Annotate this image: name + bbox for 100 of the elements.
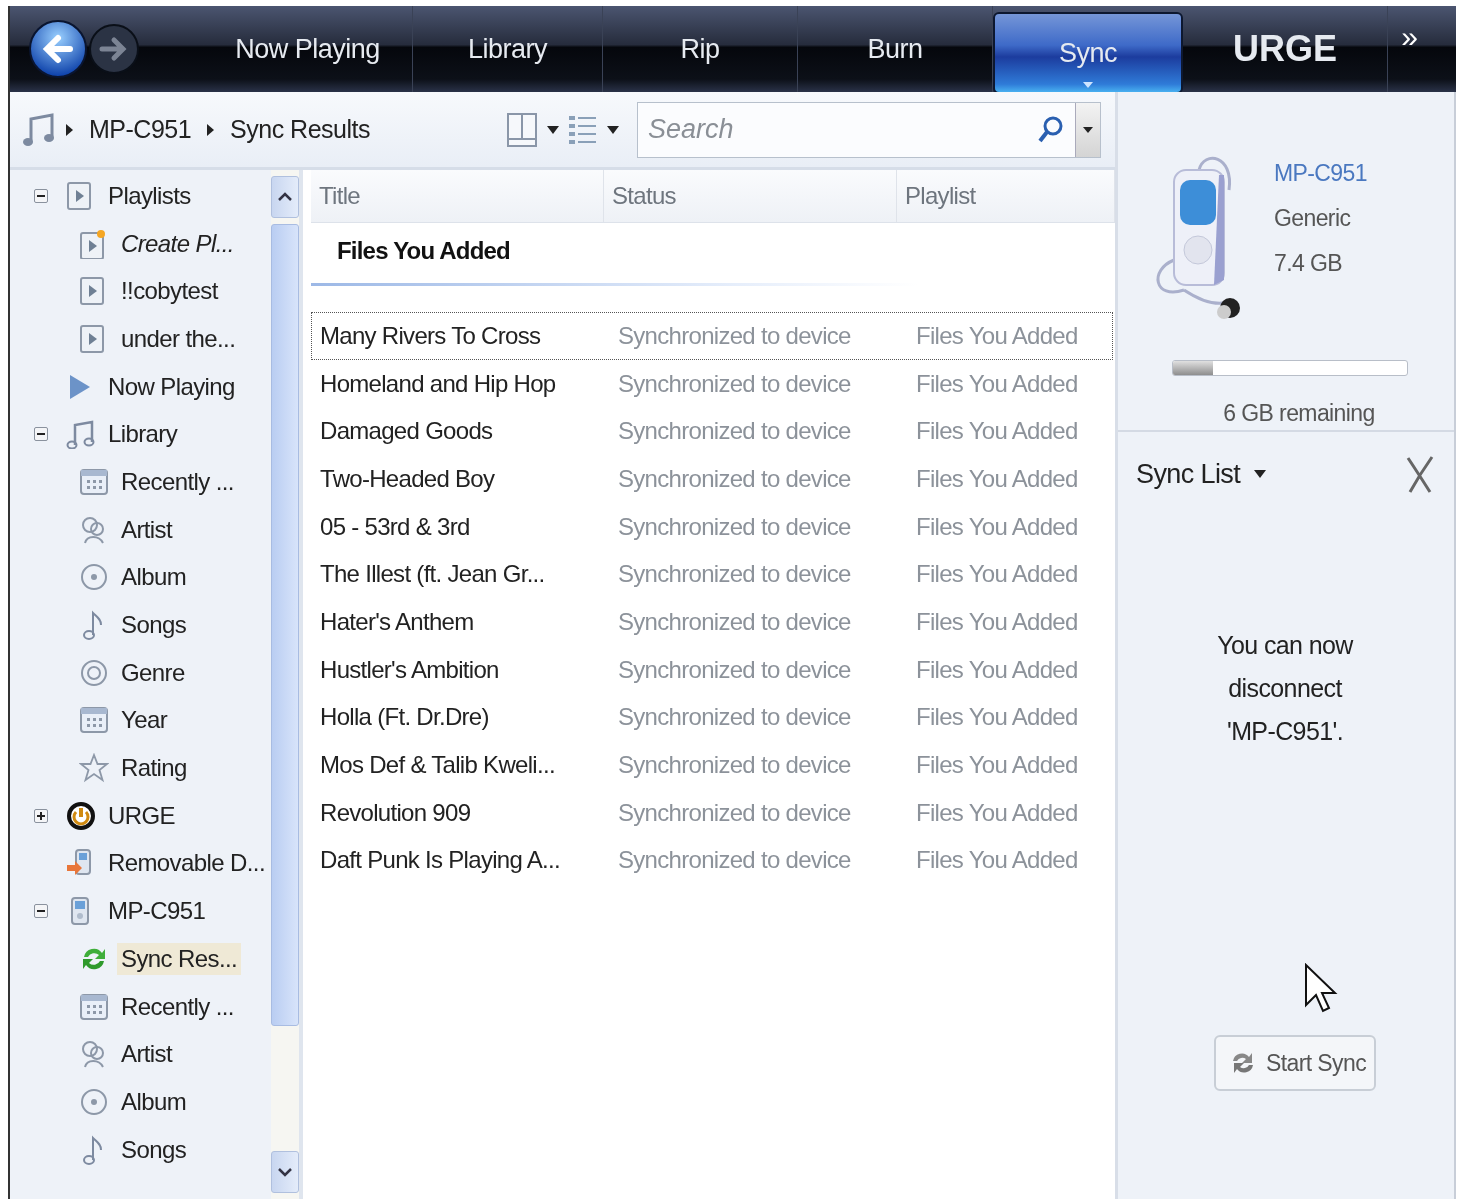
group-header: Files You Added — [311, 223, 917, 286]
collapse-toggle[interactable] — [34, 904, 48, 919]
remaining-space: 6 GB remaining — [1222, 400, 1376, 427]
sidebar-item[interactable]: Songs — [117, 1133, 191, 1166]
sidebar-item[interactable]: Rating — [117, 752, 191, 785]
track-playlist: Files You Added — [915, 369, 1079, 398]
search-field[interactable]: Search — [638, 113, 1037, 146]
scroll-down-icon[interactable] — [278, 1166, 292, 1178]
sidebar-item[interactable]: Create Pl... — [117, 227, 238, 260]
device-maker: Generic — [1274, 205, 1352, 232]
track-title: Homeland and Hip Hop — [320, 369, 557, 398]
track-playlist: Files You Added — [915, 798, 1079, 827]
star-icon — [79, 753, 109, 784]
column-header[interactable]: Status — [604, 170, 897, 222]
track-status: Synchronized to device — [617, 703, 852, 732]
sidebar-item[interactable]: Songs — [117, 609, 191, 642]
breadcrumb-arrow-icon[interactable] — [66, 123, 73, 136]
device-capacity: 7.4 GB — [1274, 250, 1343, 277]
scroll-up-icon[interactable] — [278, 191, 292, 203]
layout-icon[interactable] — [507, 112, 537, 147]
track-title: Hater's Anthem — [320, 607, 475, 636]
breadcrumb-arrow-icon[interactable] — [207, 123, 215, 136]
forward-button[interactable] — [88, 23, 140, 75]
sidebar-item[interactable]: Recently ... — [117, 990, 238, 1023]
track-row[interactable]: The Illest (ft. Jean Gr... Synchronized to device Files You Added — [311, 550, 1113, 599]
search-options-button[interactable] — [1075, 102, 1100, 157]
sidebar-item[interactable]: Album — [117, 561, 191, 594]
track-title: Revolution 909 — [320, 798, 472, 827]
sync-list-title[interactable]: Sync List — [1136, 458, 1241, 490]
track-row[interactable]: Daft Punk Is Playing A... Synchronized to device Files You Added — [311, 836, 1113, 885]
track-playlist: Files You Added — [915, 607, 1079, 636]
track-status: Synchronized to device — [617, 798, 852, 827]
track-playlist: Files You Added — [915, 703, 1079, 732]
dropdown-caret-icon[interactable] — [1254, 470, 1267, 478]
expand-toggle[interactable] — [34, 808, 48, 823]
track-title: Two-Headed Boy — [320, 464, 496, 493]
track-row[interactable]: Hustler's Ambition Synchronized to device Files You Added — [311, 645, 1113, 694]
track-row[interactable]: Damaged Goods Synchronized to device Files You Added — [311, 407, 1113, 456]
scrollbar[interactable] — [271, 170, 299, 1199]
sidebar-item[interactable]: MP-C951 — [104, 895, 210, 928]
sidebar-item[interactable]: Now Playing — [104, 370, 239, 403]
track-playlist: Files You Added — [915, 321, 1079, 350]
track-row[interactable]: Many Rivers To Cross Synchronized to device Files You Added — [311, 312, 1113, 360]
nav-tab[interactable]: Sync — [993, 12, 1183, 92]
track-status: Synchronized to device — [617, 751, 852, 780]
track-playlist: Files You Added — [915, 464, 1079, 493]
more-tabs-button[interactable]: » — [1388, 6, 1428, 92]
calendar-icon — [79, 705, 109, 736]
dropdown-caret-icon[interactable] — [607, 125, 619, 134]
sidebar-item[interactable]: Removable D... — [104, 847, 269, 880]
music-note-icon — [66, 419, 96, 450]
track-playlist: Files You Added — [915, 560, 1079, 589]
sidebar-item[interactable]: Library — [104, 418, 182, 451]
sidebar-item[interactable]: Playlists — [104, 179, 195, 212]
track-status: Synchronized to device — [617, 321, 852, 350]
sidebar-item[interactable]: Artist — [117, 1038, 177, 1071]
track-playlist: Files You Added — [915, 655, 1079, 684]
dropdown-caret-icon[interactable] — [547, 125, 559, 134]
track-title: Daft Punk Is Playing A... — [320, 846, 561, 875]
track-row[interactable]: Revolution 909 Synchronized to device Files You Added — [311, 788, 1113, 837]
track-status: Synchronized to device — [617, 512, 852, 541]
sidebar-item[interactable]: URGE — [104, 799, 179, 832]
sidebar-item[interactable]: Year — [117, 704, 172, 737]
collapse-toggle[interactable] — [34, 427, 48, 442]
mouse-cursor-icon — [1304, 963, 1338, 1013]
track-row[interactable]: Mos Def & Talib Kweli... Synchronized to device Files You Added — [311, 741, 1113, 789]
track-row[interactable]: Homeland and Hip Hop Synchronized to device Files You Added — [311, 359, 1113, 408]
track-row[interactable]: 05 - 53rd & 3rd Synchronized to device Files You Added — [311, 502, 1113, 551]
track-status: Synchronized to device — [617, 417, 852, 446]
search-box[interactable]: Search — [637, 101, 1101, 158]
sidebar-item[interactable]: !!cobytest — [117, 275, 222, 308]
sidebar-item[interactable]: under the... — [117, 322, 240, 355]
sidebar-item[interactable]: Recently ... — [117, 465, 238, 498]
breadcrumb-item[interactable]: Sync Results — [224, 115, 376, 144]
track-row[interactable]: Holla (Ft. Dr.Dre) Synchronized to device Files You Added — [311, 693, 1113, 742]
track-status: Synchronized to device — [617, 464, 852, 493]
start-sync-button[interactable]: Start Sync — [1213, 1035, 1377, 1091]
track-playlist: Files You Added — [915, 751, 1079, 780]
track-status: Synchronized to device — [617, 607, 852, 636]
disc-icon — [79, 562, 109, 593]
sidebar-item[interactable]: Sync Res... — [117, 942, 242, 975]
status-message: You can now disconnect 'MP-C951'. — [1216, 630, 1355, 747]
search-icon[interactable] — [1037, 114, 1065, 145]
track-row[interactable]: Hater's Anthem Synchronized to device Files You Added — [311, 598, 1113, 646]
sidebar-item[interactable]: Genre — [117, 656, 189, 689]
sidebar-item[interactable]: Album — [117, 1085, 191, 1118]
track-status: Synchronized to device — [617, 846, 852, 875]
close-icon[interactable] — [1404, 454, 1434, 494]
track-status: Synchronized to device — [617, 369, 852, 398]
track-title: Hustler's Ambition — [320, 655, 500, 684]
collapse-toggle[interactable] — [34, 188, 48, 203]
column-header[interactable]: Title — [311, 170, 604, 222]
music-note-icon — [22, 111, 56, 148]
breadcrumb-item[interactable]: MP-C951 — [83, 115, 198, 144]
back-button[interactable] — [28, 19, 88, 79]
track-playlist: Files You Added — [915, 512, 1079, 541]
device-name-link[interactable]: MP-C951 — [1274, 160, 1367, 187]
sidebar-item[interactable]: Artist — [117, 513, 177, 546]
track-title: Damaged Goods — [320, 417, 494, 446]
track-row[interactable]: Two-Headed Boy Synchronized to device Files You Added — [311, 455, 1113, 503]
